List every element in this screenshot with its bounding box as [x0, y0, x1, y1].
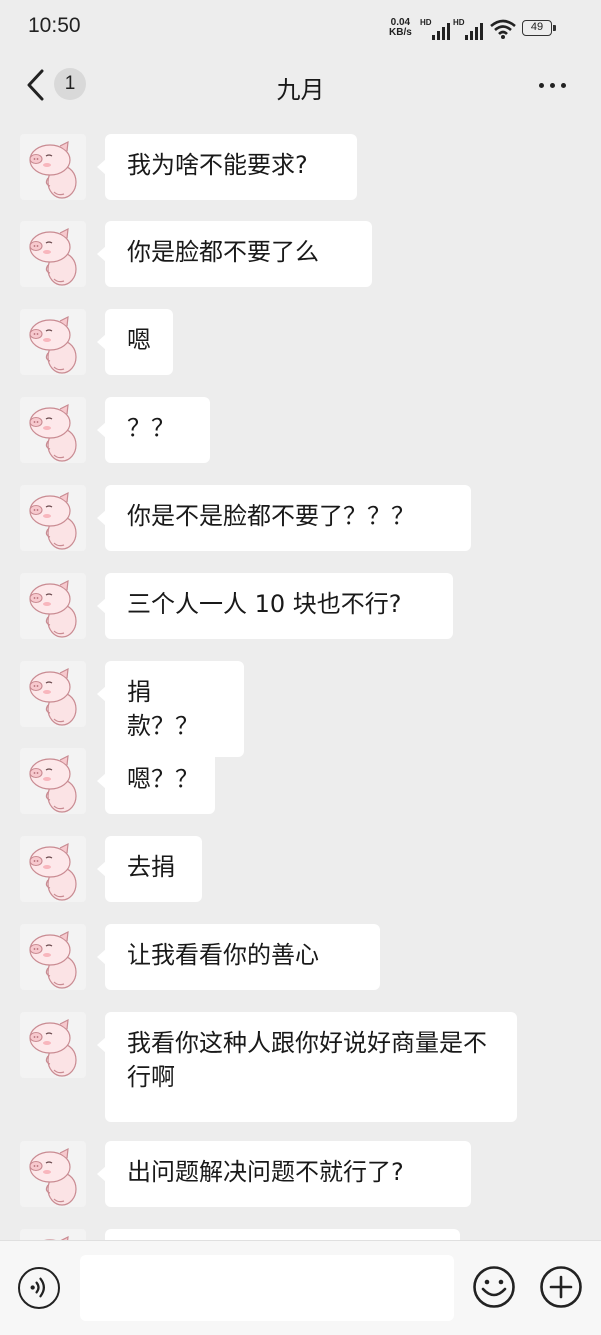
sender-avatar[interactable]	[20, 1141, 86, 1207]
message-bubble[interactable]: 捐款？？	[97, 661, 244, 757]
sender-avatar[interactable]	[20, 1229, 86, 1240]
message-row: 去捐	[20, 836, 600, 902]
message-bubble[interactable]: 去捐	[97, 836, 202, 902]
message-bubble[interactable]: 你是不是脸都不要了？？？	[97, 485, 471, 551]
more-options-button[interactable]	[532, 72, 572, 98]
message-row: 三个人一人 10 块也不行?	[20, 573, 600, 639]
sender-avatar[interactable]	[20, 924, 86, 990]
sender-avatar[interactable]	[20, 836, 86, 902]
pig-avatar-icon	[29, 579, 77, 638]
chat-title: 九月	[276, 76, 325, 104]
pig-avatar-icon	[29, 930, 77, 989]
message-row: 出问题解决问题不就行了?	[20, 1141, 600, 1207]
message-bubble[interactable]: 我为啥不能要求?	[97, 134, 357, 200]
message-row	[20, 1229, 600, 1240]
sender-avatar[interactable]	[20, 573, 86, 639]
status-bar: 10:50 0.04 KB/s HD HD 49	[0, 0, 601, 56]
pig-avatar-icon	[29, 754, 77, 813]
more-dots-icon	[539, 83, 544, 88]
message-bubble[interactable]: 嗯	[97, 309, 173, 375]
message-row: 我看你这种人跟你好说好商量是不行啊	[20, 1012, 600, 1122]
sender-avatar[interactable]	[20, 221, 86, 287]
pig-avatar-icon	[29, 403, 77, 462]
pig-avatar-icon	[29, 667, 77, 726]
message-bubble[interactable]: 出问题解决问题不就行了?	[97, 1141, 471, 1207]
sender-avatar[interactable]	[20, 485, 86, 551]
network-speed: 0.04 KB/s	[389, 18, 412, 38]
message-bubble[interactable]	[105, 1229, 460, 1240]
pig-avatar-icon	[29, 1018, 77, 1077]
message-row: 捐款？？	[20, 661, 600, 757]
sender-avatar[interactable]	[20, 661, 86, 727]
pig-avatar-icon	[29, 1147, 77, 1206]
pig-avatar-icon	[44, 1235, 69, 1240]
message-bubble[interactable]: ？？	[97, 397, 210, 463]
battery-indicator: 49	[522, 20, 556, 36]
emoji-icon	[473, 1266, 515, 1308]
status-time: 10:50	[28, 14, 81, 37]
voice-icon	[30, 1277, 45, 1298]
pig-avatar-icon	[29, 842, 77, 901]
message-bubble[interactable]: 嗯？？	[97, 748, 215, 814]
message-bubble[interactable]: 让我看看你的善心	[97, 924, 380, 990]
wifi-icon	[490, 19, 516, 39]
message-row: 你是脸都不要了么	[20, 221, 600, 287]
message-bubble[interactable]: 我看你这种人跟你好说好商量是不行啊	[97, 1012, 517, 1122]
sender-avatar[interactable]	[20, 397, 86, 463]
sender-avatar[interactable]	[20, 1012, 86, 1078]
pig-avatar-icon	[29, 140, 77, 199]
sender-avatar[interactable]	[20, 748, 86, 814]
message-bubble[interactable]: 你是脸都不要了么	[97, 221, 372, 287]
message-row: ？？	[20, 397, 600, 463]
network-speed-unit: KB/s	[389, 27, 412, 38]
message-row: 嗯？？	[20, 748, 600, 814]
sender-avatar[interactable]	[20, 309, 86, 375]
pig-avatar-icon	[29, 491, 77, 550]
message-row: 嗯	[20, 309, 600, 375]
message-bubble[interactable]: 三个人一人 10 块也不行?	[97, 573, 453, 639]
more-functions-button[interactable]	[539, 1265, 583, 1309]
emoji-button[interactable]	[472, 1265, 516, 1309]
pig-avatar-icon	[29, 315, 77, 374]
signal-2-hd-label: HD	[453, 18, 465, 27]
plus-icon	[540, 1266, 582, 1308]
cellular-signal-1-icon: HD	[420, 18, 450, 40]
cellular-signal-2-icon: HD	[453, 18, 483, 40]
signal-1-hd-label: HD	[420, 18, 432, 27]
pig-avatar-icon	[29, 227, 77, 286]
message-row: 你是不是脸都不要了？？？	[20, 485, 600, 551]
message-list[interactable]: 我为啥不能要求? 你是脸都不要了么嗯？？ 你是不是脸都不要了？？？ 三个人一人 10 …	[0, 114, 601, 1240]
input-bar	[0, 1240, 601, 1335]
chat-header: 1 九月	[0, 56, 601, 114]
message-row: 我为啥不能要求?	[20, 134, 600, 200]
sender-avatar[interactable]	[20, 134, 86, 200]
voice-input-button[interactable]	[18, 1267, 60, 1309]
message-row: 让我看看你的善心	[20, 924, 600, 990]
message-text-input[interactable]	[80, 1255, 454, 1321]
